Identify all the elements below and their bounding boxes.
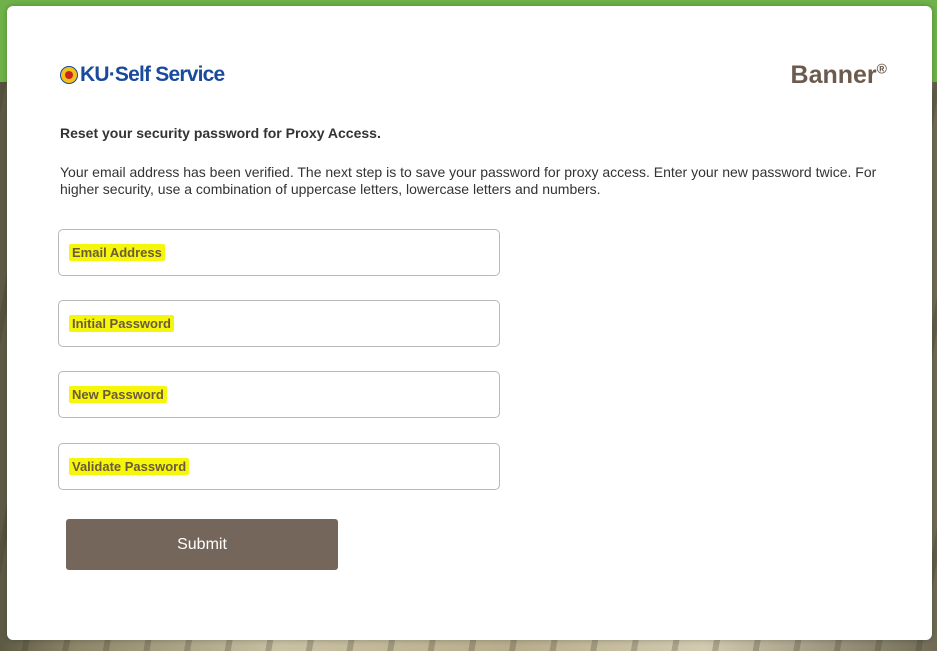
brand-name: Banner bbox=[790, 61, 877, 89]
validate-password-field[interactable]: Validate Password bbox=[58, 443, 500, 490]
email-field[interactable]: Email Address bbox=[58, 229, 500, 276]
new-password-label: New Password bbox=[69, 386, 167, 403]
email-field-label: Email Address bbox=[69, 244, 165, 261]
submit-button[interactable]: Submit bbox=[66, 519, 338, 570]
page-description: Your email address has been verified. Th… bbox=[60, 164, 877, 197]
initial-password-field[interactable]: Initial Password bbox=[58, 300, 500, 347]
registered-mark: ® bbox=[876, 60, 887, 77]
banner-brand: Banner® bbox=[791, 61, 887, 90]
validate-password-label: Validate Password bbox=[69, 458, 190, 475]
initial-password-label: Initial Password bbox=[69, 315, 174, 332]
logo-text: KU·Self Service bbox=[80, 63, 225, 86]
main-card: KU·Self Service Banner® Reset your secur… bbox=[7, 6, 932, 640]
jayhawk-icon bbox=[60, 66, 78, 84]
page-heading: Reset your security password for Proxy A… bbox=[60, 125, 381, 141]
new-password-field[interactable]: New Password bbox=[58, 371, 500, 418]
ku-self-service-logo[interactable]: KU·Self Service bbox=[60, 63, 225, 87]
